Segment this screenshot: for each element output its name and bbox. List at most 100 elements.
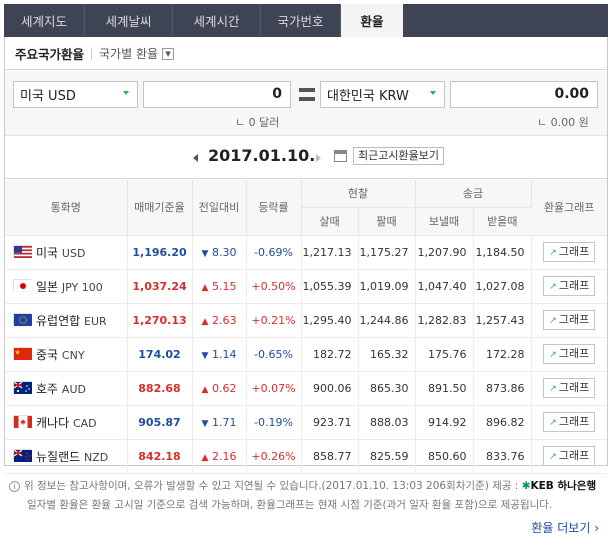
currency-code: AUD [61, 382, 86, 396]
tab-world-map[interactable]: 세계지도 [4, 4, 85, 37]
cash-buy-cell: 858.77 [301, 439, 359, 474]
country-name: 캐나다 [36, 415, 70, 430]
tab-bar: 세계지도 세계날씨 세계시간 국가번호 환율 [4, 4, 608, 37]
cn-flag-icon [13, 346, 32, 360]
graph-button[interactable]: ↗ 그래프 [543, 310, 596, 330]
prev-date-icon[interactable] [193, 154, 198, 162]
currency-name-cell[interactable]: 일본 JPY 100 [5, 269, 128, 304]
graph-button-label: 그래프 [558, 245, 590, 258]
rate-table: 통화명 매매기준율 전일대비 등락률 현찰 송금 환율그래프 살때 팔때 보낼때… [5, 180, 607, 474]
up-triangle-icon: ▲ [201, 384, 209, 395]
to-amount-text: ㄴ 0.00 원 [537, 116, 589, 129]
currency-code: JPY 100 [61, 280, 103, 294]
table-row: 일본 JPY 100 1,037.24 ▲ 5.15 +0.50% 1,055.39 1,… [5, 269, 607, 304]
from-amount-input[interactable]: 0 [143, 81, 291, 108]
currency-name-cell[interactable]: 캐나다 CAD [5, 405, 128, 440]
base-rate-cell: 1,270.13 [127, 303, 193, 338]
tab-exchange-rate[interactable]: 환율 [341, 4, 403, 37]
base-rate-cell: 1,196.20 [127, 235, 193, 270]
currency-name-cell[interactable]: 유럽연합 EUR [5, 303, 128, 338]
cash-sell-cell: 1,244.86 [358, 303, 416, 338]
table-row: 중국 CNY 174.02 ▼ 1.14 -0.65% 182.72 165.32 175.… [5, 337, 607, 372]
cash-sell-cell: 1,019.09 [358, 269, 416, 304]
remit-recv-cell: 833.76 [473, 439, 532, 474]
graph-cell: ↗ 그래프 [531, 269, 607, 304]
graph-button-label: 그래프 [558, 347, 590, 360]
cash-sell-cell: 1,175.27 [358, 235, 416, 270]
tab-country-code[interactable]: 국가번호 [261, 4, 341, 37]
col-currency: 통화명 [5, 180, 128, 236]
cash-sell-cell: 825.59 [358, 439, 416, 474]
rate-cell: +0.21% [246, 303, 302, 338]
up-triangle-icon: ▲ [201, 452, 209, 463]
tab-world-weather[interactable]: 세계날씨 [85, 4, 173, 37]
nz-flag-icon [13, 448, 32, 462]
tab-world-time[interactable]: 세계시간 [173, 4, 261, 37]
from-currency-label: 미국 USD [20, 89, 76, 104]
cash-buy-cell: 923.71 [301, 405, 359, 440]
date-bar: 2017.01.10. 최근고시환율보기 [5, 137, 607, 179]
col-rate: 등락률 [246, 180, 302, 236]
from-currency-select[interactable]: 미국 USD [13, 81, 138, 108]
change-value: 1.14 [211, 347, 237, 361]
eu-flag-icon [13, 312, 32, 326]
calendar-icon[interactable] [334, 150, 347, 162]
change-value: 0.62 [211, 381, 237, 395]
col-remit-send: 보낼때 [415, 207, 474, 236]
remit-recv-cell: 873.86 [473, 371, 532, 406]
currency-name-cell[interactable]: 중국 CNY [5, 337, 128, 372]
table-row: 캐나다 CAD 905.87 ▼ 1.71 -0.19% 923.71 888.03 914… [5, 405, 607, 440]
col-cash: 현찰 [301, 180, 416, 208]
col-cash-sell: 팔때 [358, 207, 416, 236]
change-cell: ▲ 0.62 [192, 371, 247, 406]
currency-code: USD [61, 246, 86, 260]
down-triangle-icon: ▼ [201, 350, 209, 361]
graph-button[interactable]: ↗ 그래프 [543, 446, 596, 466]
converter: 미국 USD 0 대한민국 KRW 0.00 ㄴ 0 달러 ㄴ 0.00 원 [5, 71, 607, 136]
current-date: 2017.01.10. [208, 146, 316, 165]
graph-cell: ↗ 그래프 [531, 439, 607, 474]
base-rate-cell: 905.87 [127, 405, 193, 440]
change-cell: ▼ 1.71 [192, 405, 247, 440]
rate-cell: -0.19% [246, 405, 302, 440]
remit-send-cell: 891.50 [415, 371, 474, 406]
keb-logo-icon: ✱ [521, 480, 531, 492]
by-country-link[interactable]: 국가별 환율 [99, 45, 158, 62]
recent-rate-button[interactable]: 최근고시환율보기 [353, 147, 444, 165]
base-rate-cell: 174.02 [127, 337, 193, 372]
change-value: 2.63 [211, 313, 237, 327]
graph-button[interactable]: ↗ 그래프 [543, 242, 596, 262]
cash-buy-cell: 1,055.39 [301, 269, 359, 304]
divider [91, 47, 93, 60]
graph-cell: ↗ 그래프 [531, 371, 607, 406]
to-currency-select[interactable]: 대한민국 KRW [320, 81, 445, 108]
section-title: 주요국가환율 [15, 47, 85, 62]
next-date-icon[interactable] [316, 154, 321, 162]
graph-button-label: 그래프 [558, 279, 590, 292]
currency-name-cell[interactable]: 뉴질랜드 NZD [5, 439, 128, 474]
chevron-down-icon [430, 91, 436, 95]
table-row: 호주 AUD 882.68 ▲ 0.62 +0.07% 900.06 865.30 891.… [5, 371, 607, 406]
chevron-down-icon[interactable]: ▼ [162, 47, 175, 60]
change-value: 5.15 [211, 279, 237, 293]
remit-send-cell: 1,207.90 [415, 235, 474, 270]
rate-cell: +0.26% [246, 439, 302, 474]
remit-recv-cell: 1,257.43 [473, 303, 532, 338]
graph-button[interactable]: ↗ 그래프 [543, 276, 596, 296]
to-amount-input[interactable]: 0.00 [450, 81, 598, 108]
cash-sell-cell: 865.30 [358, 371, 416, 406]
currency-code: CNY [61, 348, 85, 362]
currency-name-cell[interactable]: 호주 AUD [5, 371, 128, 406]
graph-button[interactable]: ↗ 그래프 [543, 412, 596, 432]
remit-send-cell: 914.92 [415, 405, 474, 440]
chart-line-icon: ↗ [549, 282, 557, 292]
graph-button[interactable]: ↗ 그래프 [543, 378, 596, 398]
graph-button[interactable]: ↗ 그래프 [543, 344, 596, 364]
cash-buy-cell: 182.72 [301, 337, 359, 372]
chevron-down-icon [123, 91, 129, 95]
currency-name-cell[interactable]: 미국 USD [5, 235, 128, 270]
more-rates-link[interactable]: 환율 더보기 › [531, 519, 599, 536]
chart-line-icon: ↗ [549, 350, 557, 360]
us-flag-icon [13, 244, 32, 258]
country-name: 미국 [36, 245, 59, 260]
